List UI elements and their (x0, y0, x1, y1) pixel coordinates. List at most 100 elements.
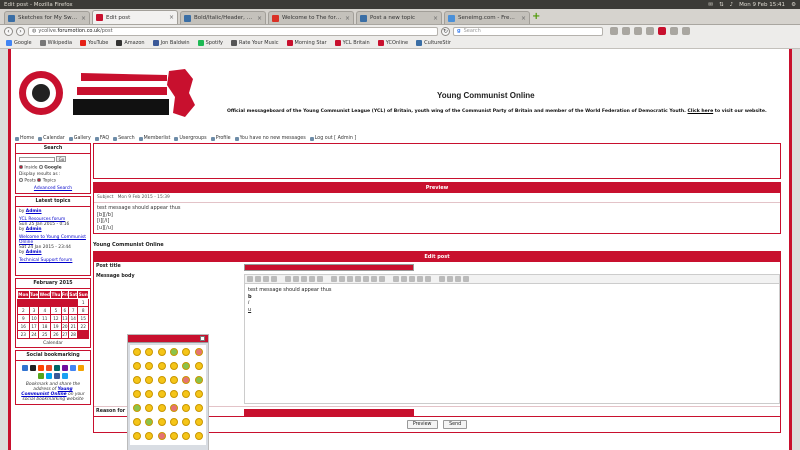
toolbar-bold-icon[interactable] (247, 276, 253, 282)
bookmark-2[interactable]: YouTube (80, 39, 108, 46)
smiley-icon[interactable] (145, 390, 154, 398)
posts-radio[interactable] (19, 178, 23, 182)
smiley-icon[interactable] (169, 418, 178, 426)
sidebar-search-input[interactable] (19, 156, 55, 162)
calendar-day[interactable]: 5 (50, 305, 62, 315)
smiley-icon[interactable] (157, 348, 166, 356)
calendar-day[interactable]: 18 (38, 321, 52, 331)
smiley-icon[interactable] (133, 376, 141, 384)
author-link[interactable]: Admin (26, 250, 42, 255)
toolbar-undo-icon[interactable] (455, 276, 461, 282)
twitter-icon[interactable] (62, 372, 68, 379)
smiley-icon[interactable] (133, 362, 141, 370)
toolbar-source-icon[interactable] (439, 276, 445, 282)
calendar-day[interactable]: 6 (60, 305, 70, 315)
smiley-icon[interactable] (145, 376, 154, 384)
smiley-icon[interactable] (145, 432, 154, 440)
live-icon[interactable] (46, 372, 52, 379)
sidebar-go-button[interactable]: Go (56, 156, 67, 162)
technorati-icon[interactable] (38, 372, 44, 379)
smiley-icon[interactable] (194, 418, 203, 426)
preview-button[interactable]: Preview (406, 420, 438, 429)
close-icon[interactable]: × (81, 15, 86, 22)
smiley-icon[interactable] (133, 348, 141, 356)
message-textarea[interactable]: test message should appear thus b i u (244, 284, 780, 404)
calendar-day[interactable]: 19 (50, 321, 62, 331)
forward-button[interactable]: › (16, 26, 25, 36)
toolbar-link-icon[interactable] (339, 276, 345, 282)
menu-item-5[interactable]: Memberlist (138, 136, 170, 141)
toolbar-list-icon[interactable] (317, 276, 323, 282)
calendar-day[interactable]: 8 (77, 305, 89, 315)
close-icon[interactable]: × (345, 15, 350, 22)
ycl-logo[interactable] (17, 65, 197, 121)
smiley-icon[interactable] (157, 404, 166, 412)
smiley-icon[interactable] (169, 432, 178, 440)
toolbar-color-icon[interactable] (393, 276, 399, 282)
bookmark-star-icon[interactable] (610, 27, 618, 35)
calendar-day[interactable]: 10 (28, 313, 40, 323)
toolbar-spoiler-icon[interactable] (379, 276, 385, 282)
calendar-day[interactable]: 25 (38, 329, 52, 339)
smiley-icon[interactable] (133, 404, 141, 412)
bookmark-3[interactable]: Amazon (116, 39, 145, 46)
facebook-icon[interactable] (54, 372, 60, 379)
search-bar[interactable]: g Search (453, 26, 603, 36)
toolbar-align-right-icon[interactable] (301, 276, 307, 282)
calendar-day[interactable]: 22 (77, 321, 89, 331)
menu-item-0[interactable]: Home (15, 136, 34, 141)
bookmark-0[interactable]: Google (6, 39, 32, 46)
calendar-day[interactable]: 17 (28, 321, 40, 331)
toolbar-image-icon[interactable] (331, 276, 337, 282)
latest-topic-link[interactable]: Welcome to Young Communist Online (19, 235, 87, 245)
smiley-icon[interactable] (194, 390, 203, 398)
smiley-icon[interactable] (182, 362, 191, 370)
smiley-icon[interactable] (169, 362, 178, 370)
smiley-icon[interactable] (182, 404, 191, 412)
home-icon[interactable] (646, 27, 654, 35)
menu-item-9[interactable]: Log out [ Admin ] (309, 136, 356, 141)
smiley-icon[interactable] (157, 390, 166, 398)
calendar-day[interactable]: 12 (50, 313, 62, 323)
smiley-icon[interactable] (157, 432, 166, 440)
smiley-icon[interactable] (194, 362, 203, 370)
toolbar-align-center-icon[interactable] (293, 276, 299, 282)
tab-5[interactable]: Seneimg.com - Free ima...× (444, 11, 530, 24)
calendar-day[interactable]: 3 (28, 305, 40, 315)
google-radio[interactable] (38, 164, 43, 169)
toolbar-code-icon[interactable] (363, 276, 369, 282)
advanced-search-link[interactable]: Advanced Search (34, 186, 72, 191)
menu-item-1[interactable]: Calendar (38, 136, 65, 141)
toolbar-video-icon[interactable] (347, 276, 353, 282)
smiley-icon[interactable] (145, 418, 154, 426)
yahoo-icon[interactable] (62, 364, 68, 371)
tab-0[interactable]: Sketches for My Sweeth...× (4, 11, 90, 24)
send-button[interactable]: Send (443, 420, 468, 429)
toolbar-wysiwyg-icon[interactable] (425, 276, 431, 282)
calendar-day[interactable]: 24 (28, 329, 40, 339)
url-bar[interactable]: ◍ ycolive. forumotion.co.uk/post (28, 26, 438, 36)
blinklist-icon[interactable] (78, 364, 84, 371)
toolbar-redo-icon[interactable] (463, 276, 469, 282)
bookmark-7[interactable]: Morning Star (286, 39, 327, 46)
menu-item-7[interactable]: Profile (210, 136, 231, 141)
smiley-icon[interactable] (157, 376, 166, 384)
smiley-icon[interactable] (182, 348, 191, 356)
calendar-day[interactable]: 21 (68, 321, 79, 331)
delicious-icon[interactable] (22, 364, 28, 371)
post-title-input[interactable] (244, 264, 414, 271)
smiley-icon[interactable] (157, 418, 166, 426)
smiley-icon[interactable] (145, 348, 154, 356)
smiley-icon[interactable] (182, 376, 191, 384)
smiley-icon[interactable] (157, 362, 166, 370)
calendar-day[interactable]: 16 (17, 321, 30, 331)
close-icon[interactable]: × (257, 15, 262, 22)
smiley-icon[interactable] (133, 418, 141, 426)
calendar-day[interactable]: 23 (17, 329, 30, 339)
smiley-icon[interactable] (145, 362, 154, 370)
calendar-day[interactable]: 28 (68, 329, 79, 339)
reload-button[interactable]: ↻ (441, 26, 450, 36)
close-icon[interactable]: × (433, 15, 438, 22)
toolbar-preview-icon[interactable] (447, 276, 453, 282)
smiley-icon[interactable] (133, 390, 141, 398)
